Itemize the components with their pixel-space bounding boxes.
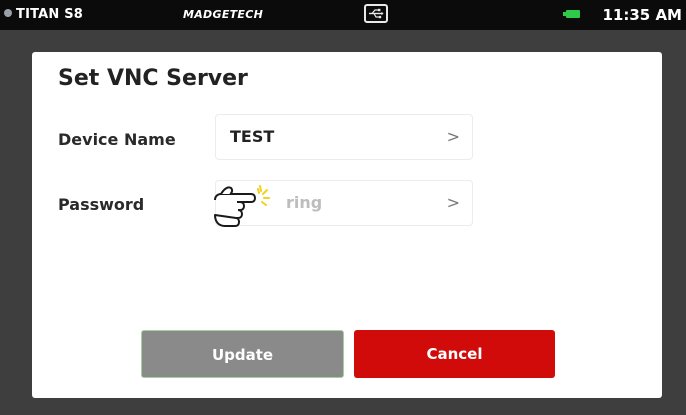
battery-icon [563, 10, 580, 18]
cancel-button[interactable]: Cancel [354, 330, 555, 378]
dialog-title: Set VNC Server [58, 66, 248, 91]
status-dot-icon [4, 9, 12, 17]
device-name-field[interactable]: TEST > [215, 114, 473, 160]
clock: 11:35 AM [602, 6, 682, 24]
password-label: Password [58, 195, 145, 214]
device-name-label: Device Name [58, 130, 176, 149]
update-button[interactable]: Update [141, 330, 344, 378]
device-label: TITAN S8 [16, 7, 84, 22]
usb-icon [364, 4, 388, 23]
chevron-right-icon: > [446, 193, 460, 212]
vnc-server-dialog: Set VNC Server Device Name TEST > Passwo… [32, 52, 662, 398]
password-placeholder: ring [286, 193, 323, 212]
pointing-hand-icon [210, 183, 280, 233]
brand-logo: MADGETECH [183, 8, 264, 21]
chevron-right-icon: > [446, 127, 460, 146]
device-name-value: TEST [230, 127, 275, 146]
device-indicator: TITAN S8 [4, 7, 83, 22]
status-bar: TITAN S8 MADGETECH 11:35 AM [0, 0, 686, 30]
